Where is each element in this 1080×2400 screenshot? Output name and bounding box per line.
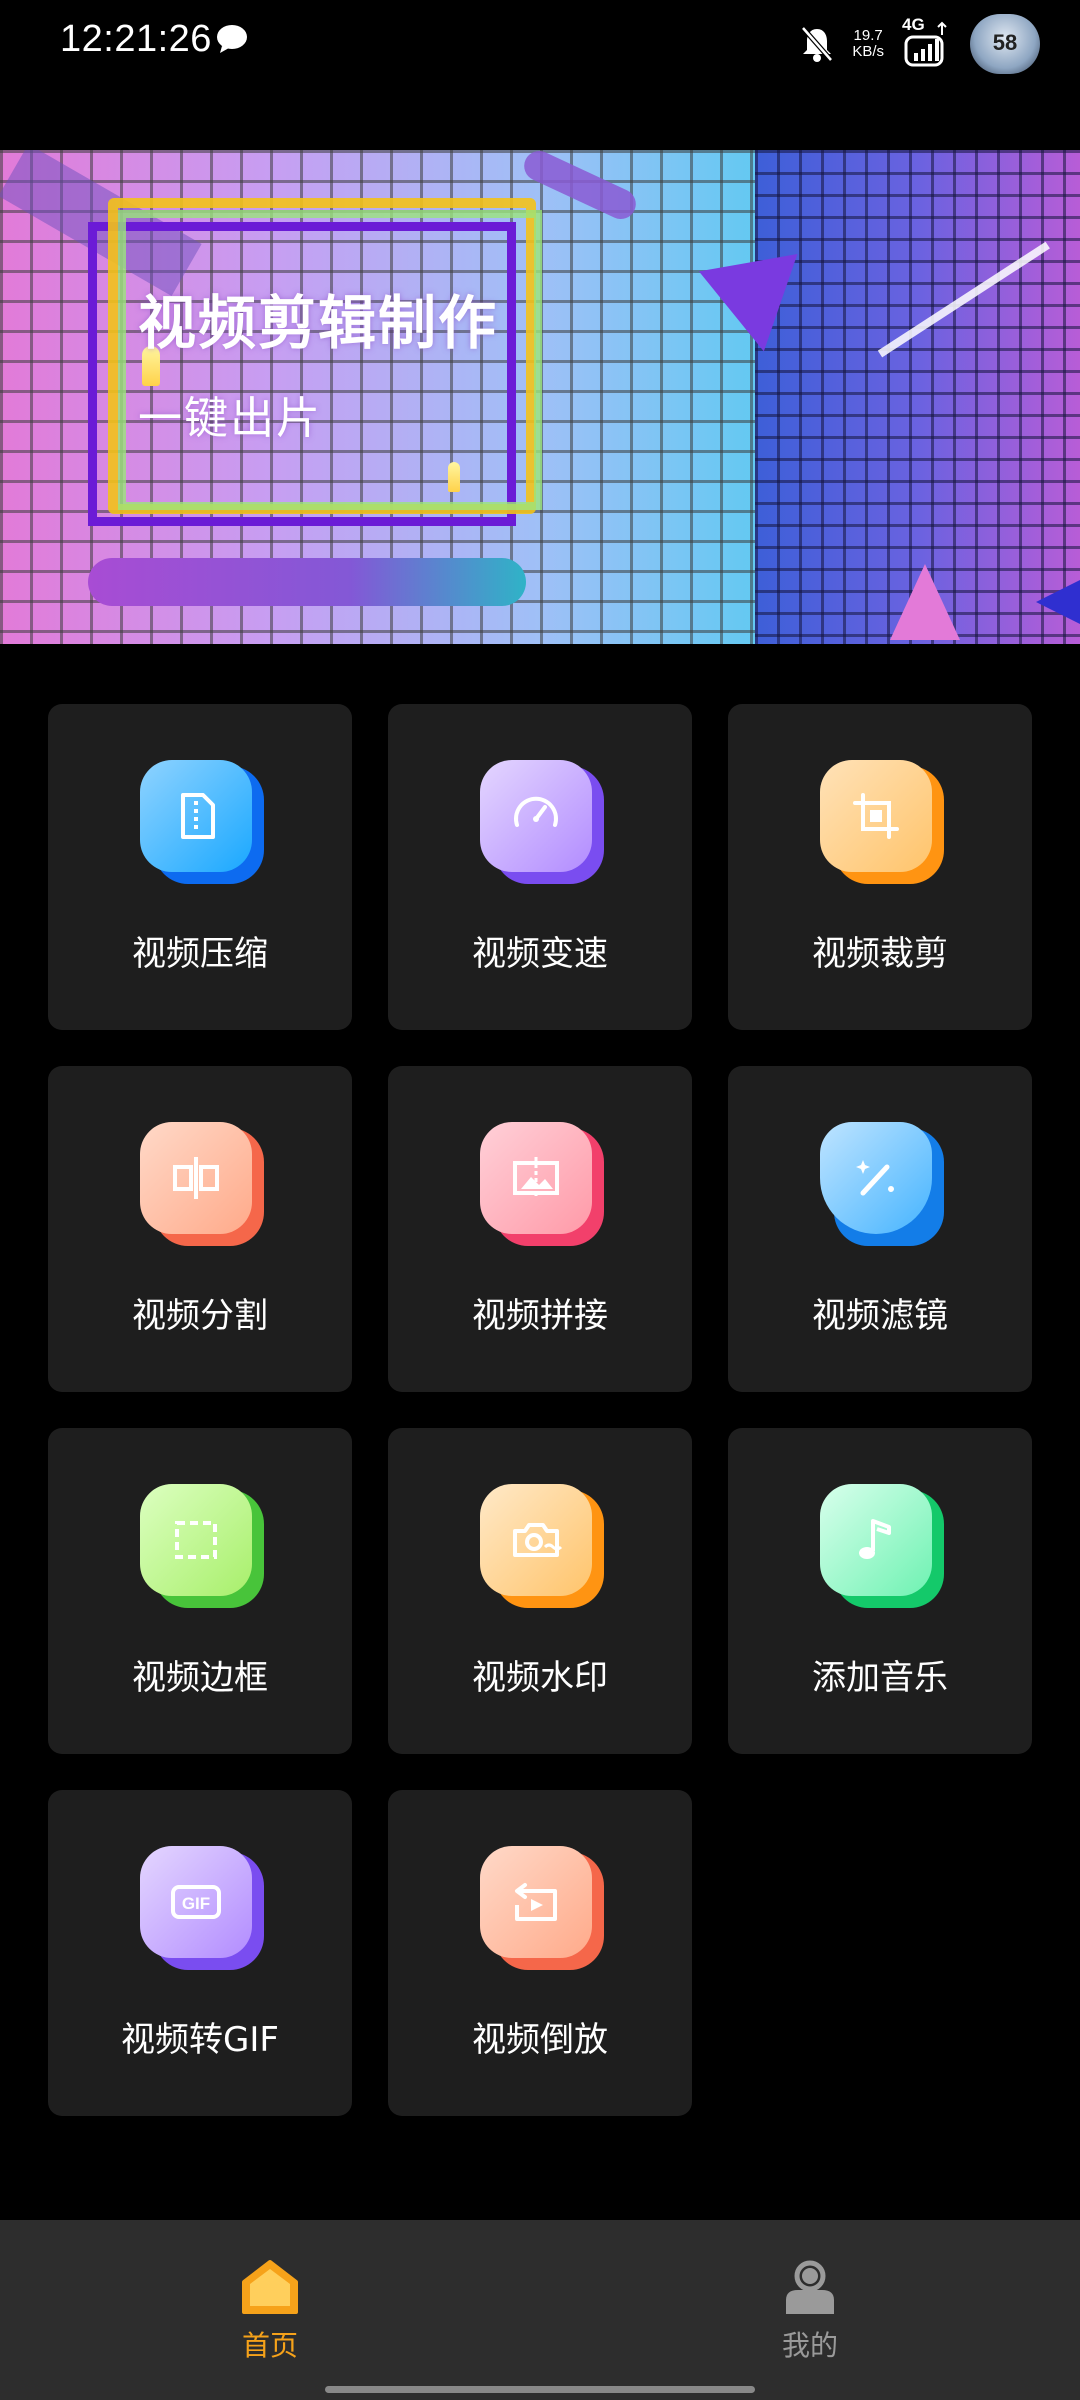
gif-icon: GIF <box>140 1846 264 1976</box>
tool-card-gif[interactable]: GIF 视频转GIF <box>48 1790 352 2116</box>
tool-label: 视频分割 <box>132 1296 268 1336</box>
tool-label: 视频边框 <box>132 1658 268 1698</box>
tool-label: 视频水印 <box>472 1658 608 1698</box>
banner-subtitle: 一键出片 <box>138 393 322 444</box>
tool-label: 视频裁剪 <box>812 934 948 974</box>
network-speed: 19.7 KB/s <box>852 28 884 60</box>
tool-card-stitch[interactable]: 视频拼接 <box>388 1066 692 1392</box>
tool-label: 视频滤镜 <box>812 1296 948 1336</box>
banner-triangle-decor <box>698 254 814 360</box>
split-icon <box>140 1122 264 1252</box>
camera-watermark-icon <box>480 1484 604 1614</box>
speed-value: 19.7 <box>853 27 883 44</box>
tool-label: 视频倒放 <box>472 2020 608 2060</box>
battery-avatar-icon: 58 <box>970 14 1040 74</box>
speedometer-icon <box>480 760 604 890</box>
tool-card-watermark[interactable]: 视频水印 <box>388 1428 692 1754</box>
signal-4g-icon: 4G <box>902 15 952 69</box>
nav-tab-home[interactable]: 首页 <box>190 2258 350 2364</box>
tool-card-filter[interactable]: 视频滤镜 <box>728 1066 1032 1392</box>
banner-triangle-decor <box>1036 580 1080 624</box>
status-time: 12:21:26 <box>60 18 212 60</box>
tool-label: 添加音乐 <box>812 1658 948 1698</box>
banner-decor-bar <box>88 558 526 606</box>
reverse-play-icon <box>480 1846 604 1976</box>
bottom-nav: 首页 我的 <box>0 2220 1080 2400</box>
tool-label: 视频转GIF <box>121 2020 279 2060</box>
speed-unit: KB/s <box>852 43 884 60</box>
tool-card-speed[interactable]: 视频变速 <box>388 704 692 1030</box>
promo-banner[interactable]: 视频剪辑制作 一键出片 <box>0 150 1080 644</box>
nav-tab-mine[interactable]: 我的 <box>730 2258 890 2364</box>
banner-triangle-decor <box>890 564 960 640</box>
tool-label: 视频拼接 <box>472 1296 608 1336</box>
stitch-image-icon <box>480 1122 604 1252</box>
music-note-icon <box>820 1484 944 1614</box>
chat-bubble-icon <box>217 25 247 53</box>
banner-frame-green <box>118 210 542 510</box>
tool-card-border[interactable]: 视频边框 <box>48 1428 352 1754</box>
tool-card-split[interactable]: 视频分割 <box>48 1066 352 1392</box>
tools-grid: 视频压缩 视频变速 视频裁剪 视频分割 视频拼接 视频滤镜 视频边框 视频水印 … <box>48 704 1032 2116</box>
tool-card-crop[interactable]: 视频裁剪 <box>728 704 1032 1030</box>
banner-candle-decor <box>448 462 460 492</box>
tool-card-reverse[interactable]: 视频倒放 <box>388 1790 692 2116</box>
banner-title: 视频剪辑制作 <box>138 289 499 357</box>
home-indicator[interactable] <box>325 2386 755 2393</box>
svg-text:GIF: GIF <box>182 1894 210 1913</box>
tool-card-compress[interactable]: 视频压缩 <box>48 704 352 1030</box>
status-bar: 12:21:26 19.7 KB/s 4G 58 <box>0 0 1080 150</box>
frame-border-icon <box>140 1484 264 1614</box>
nav-home-label: 首页 <box>241 2329 298 2362</box>
user-profile-icon <box>786 2260 834 2314</box>
mute-bell-icon <box>801 26 834 62</box>
tool-label: 视频变速 <box>472 934 608 974</box>
tool-label: 视频压缩 <box>132 934 268 974</box>
nav-mine-label: 我的 <box>781 2329 838 2362</box>
tool-card-music[interactable]: 添加音乐 <box>728 1428 1032 1754</box>
magic-wand-shield-icon <box>820 1122 944 1252</box>
home-icon <box>242 2260 298 2314</box>
compress-file-icon <box>140 760 264 890</box>
crop-icon <box>820 760 944 890</box>
